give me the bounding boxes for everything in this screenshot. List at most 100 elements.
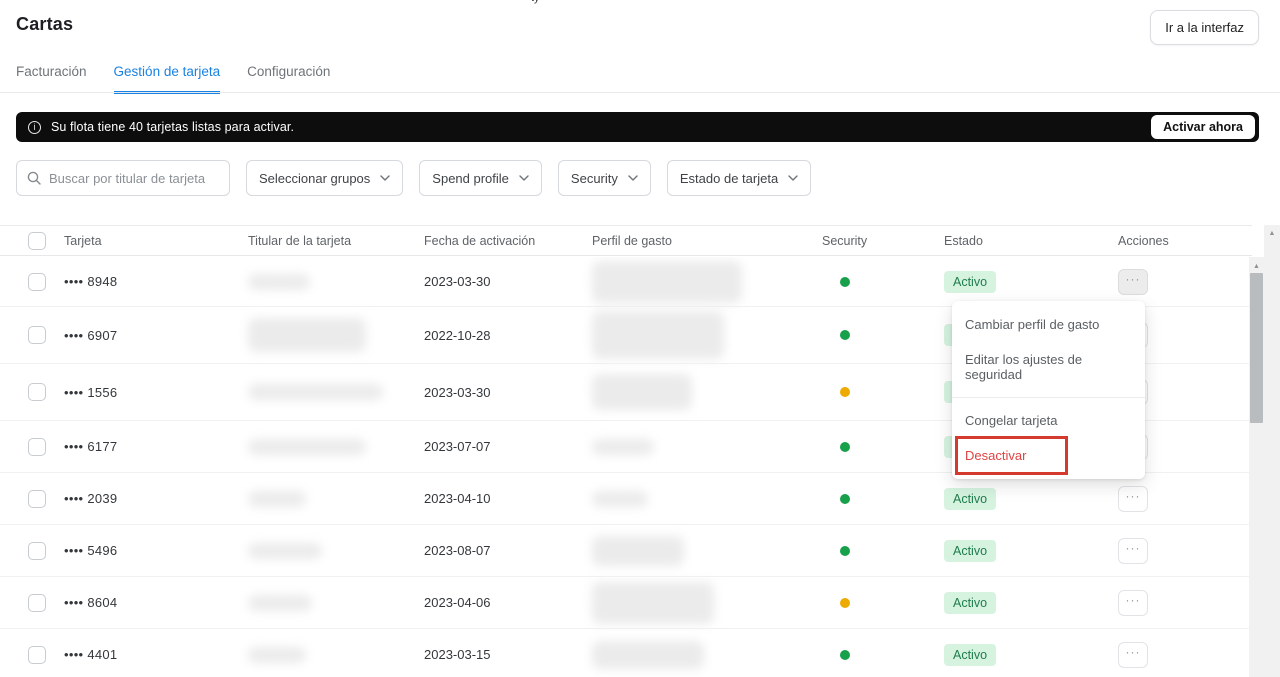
security-status-dot-green [840, 441, 850, 452]
cardholder-redacted [248, 273, 310, 290]
tab-divider [0, 92, 1280, 93]
dropdown-label: Spend profile [432, 170, 509, 186]
card-number: •••• 8604 [64, 595, 118, 610]
card-number: •••• 8948 [64, 274, 118, 289]
tab-configuracion[interactable]: Configuración [247, 64, 330, 94]
card-number: •••• 2039 [64, 491, 118, 506]
menu-divider [952, 397, 1145, 398]
activation-date: 2023-03-15 [424, 647, 491, 662]
filter-dropdown-estado-de-tarjeta[interactable]: Estado de tarjeta [666, 160, 812, 196]
card-number: •••• 1556 [64, 384, 118, 400]
col-security: Security [822, 233, 868, 248]
card-number: •••• 4401 [64, 647, 118, 662]
tab-gestion-de-tarjeta[interactable]: Gestión de tarjeta [113, 64, 221, 94]
row-checkbox[interactable] [28, 272, 46, 291]
cardholder-redacted [248, 542, 322, 559]
chevron-down-icon [788, 175, 798, 181]
card-actions-menu: Cambiar perfil de gasto Editar los ajuste… [952, 301, 1145, 479]
menu-item-congelar-tarjeta[interactable]: Congelar tarjeta [952, 403, 1145, 438]
row-checkbox[interactable] [28, 383, 46, 401]
scrollbar-thumb[interactable] [1250, 273, 1263, 423]
col-acciones: Acciones [1118, 233, 1169, 248]
activation-date: 2023-03-30 [424, 274, 491, 289]
chevron-down-icon [628, 175, 638, 181]
clipped-artifact: ty [531, 0, 559, 8]
page-scrollbar[interactable]: ▲ [1264, 225, 1280, 677]
select-all-checkbox[interactable] [28, 231, 46, 250]
spend-profile-redacted [592, 490, 648, 507]
table-row: •••• 5496 2023-08-07 Activo ··· [0, 525, 1252, 577]
cardholder-redacted [248, 594, 312, 611]
menu-item-desactivar[interactable]: Desactivar [952, 436, 1145, 475]
activate-now-button[interactable]: Activar ahora [1151, 115, 1255, 139]
tab-facturacion[interactable]: Facturación [16, 64, 87, 94]
row-actions-button[interactable]: ··· [1118, 589, 1148, 616]
table-row: •••• 8604 2023-04-06 Activo ··· [0, 577, 1252, 629]
menu-item-editar-los-ajustes-de-seguridad[interactable]: Editar los ajustes de seguridad [952, 342, 1145, 392]
activation-date: 2023-03-30 [424, 384, 491, 400]
chevron-down-icon [380, 175, 390, 181]
go-to-interface-button[interactable]: Ir a la interfaz [1150, 10, 1259, 45]
security-status-dot-green [840, 649, 850, 660]
table-header: Tarjeta Titular de la tarjeta Fecha de a… [0, 225, 1252, 256]
row-checkbox[interactable] [28, 541, 46, 560]
col-tarjeta: Tarjeta [64, 233, 102, 248]
spend-profile-redacted [592, 581, 714, 624]
row-actions-button[interactable]: ··· [1118, 268, 1148, 295]
row-checkbox[interactable] [28, 645, 46, 664]
row-actions-button[interactable]: ··· [1118, 485, 1148, 512]
security-status-dot-green [840, 330, 850, 340]
row-checkbox[interactable] [28, 593, 46, 612]
col-estado: Estado [944, 233, 983, 248]
spend-profile-redacted [592, 640, 704, 669]
spend-profile-redacted [592, 535, 684, 566]
table-row: •••• 2039 2023-04-10 Activo ··· [0, 473, 1252, 525]
cardholder-redacted [248, 318, 366, 352]
filter-dropdown-security[interactable]: Security [557, 160, 651, 196]
menu-item-cambiar-perfil-de-gasto[interactable]: Cambiar perfil de gasto [952, 307, 1145, 342]
search-icon [27, 171, 41, 185]
row-actions-button[interactable]: ··· [1118, 641, 1148, 668]
cards-page: ty Cartas Ir a la interfaz Facturación Ge… [0, 0, 1280, 677]
cardholder-redacted [248, 384, 383, 400]
security-status-dot-green [840, 545, 850, 556]
activation-banner: i Su flota tiene 40 tarjetas listas para… [16, 112, 1259, 142]
banner-text: Su flota tiene 40 tarjetas listas para a… [51, 120, 295, 134]
spend-profile-redacted [592, 374, 692, 410]
spend-profile-redacted [592, 311, 724, 359]
status-badge: Activo [944, 643, 997, 666]
tab-bar: Facturación Gestión de tarjeta Configuraci… [16, 64, 330, 94]
row-actions-button[interactable]: ··· [1118, 537, 1148, 564]
card-number: •••• 6177 [64, 439, 118, 454]
scroll-up-icon[interactable]: ▲ [1264, 225, 1280, 237]
filter-dropdown-seleccionar-grupos[interactable]: Seleccionar grupos [246, 160, 404, 196]
status-badge: Activo [944, 270, 997, 293]
cardholder-redacted [248, 646, 306, 663]
spend-profile-redacted [592, 260, 742, 303]
table-scrollbar[interactable]: ▲ [1249, 257, 1264, 677]
security-status-dot-green [840, 276, 850, 287]
filter-bar: Seleccionar grupos Spend profile Security E… [16, 160, 812, 196]
cardholder-redacted [248, 490, 306, 507]
card-number: •••• 5496 [64, 543, 118, 558]
info-circle-icon: i [28, 120, 41, 134]
activation-date: 2023-07-07 [424, 439, 491, 454]
search-input[interactable] [49, 170, 219, 186]
activation-date: 2023-04-06 [424, 595, 491, 610]
security-status-dot-yellow [840, 597, 850, 608]
cardholder-redacted [248, 438, 366, 455]
row-checkbox[interactable] [28, 326, 46, 344]
status-badge: Activo [944, 539, 997, 562]
status-badge: Activo [944, 591, 997, 614]
scroll-up-icon[interactable]: ▲ [1249, 257, 1264, 270]
col-perfil: Perfil de gasto [592, 233, 672, 248]
filter-dropdown-spend-profile[interactable]: Spend profile [419, 160, 542, 196]
security-status-dot-green [840, 493, 850, 504]
search-box[interactable] [16, 160, 230, 196]
activation-date: 2023-04-10 [424, 491, 491, 506]
page-title: Cartas [16, 14, 74, 34]
row-checkbox[interactable] [28, 437, 46, 456]
security-status-dot-yellow [840, 387, 850, 397]
row-checkbox[interactable] [28, 489, 46, 508]
col-titular: Titular de la tarjeta [248, 233, 352, 248]
